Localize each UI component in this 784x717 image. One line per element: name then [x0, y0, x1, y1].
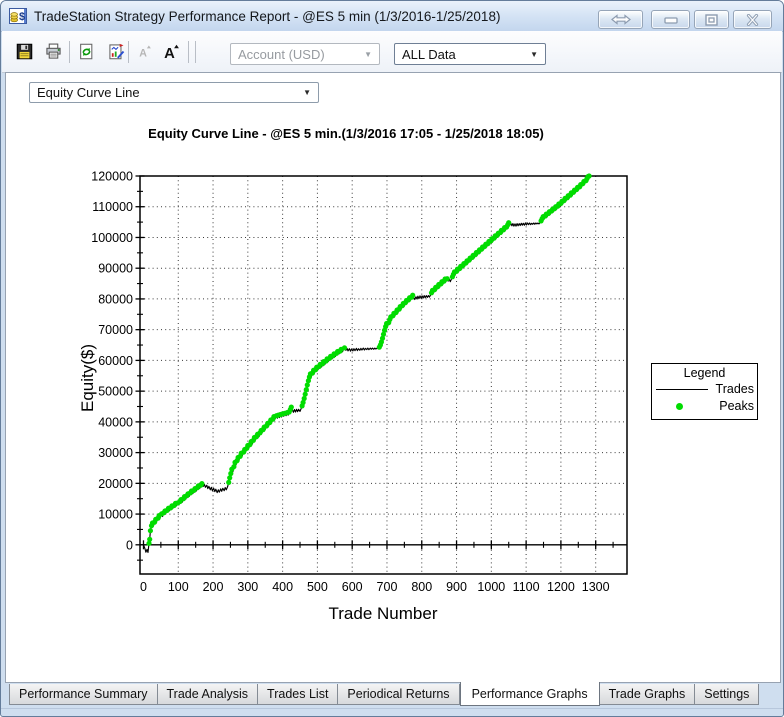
report-settings-icon[interactable]: [108, 43, 125, 60]
svg-text:70000: 70000: [98, 323, 133, 337]
svg-text:120000: 120000: [91, 170, 133, 184]
account-dropdown-value: Account (USD): [238, 46, 325, 62]
tab-trade-graphs[interactable]: Trade Graphs: [599, 684, 696, 705]
app-icon: $: [9, 7, 27, 25]
svg-text:50000: 50000: [98, 385, 133, 399]
maximize-icon: [705, 13, 718, 26]
app-window: $ TradeStation Strategy Performance Repo…: [0, 0, 784, 717]
maximize-button[interactable]: [694, 10, 729, 29]
increase-font-icon[interactable]: A: [162, 43, 179, 62]
equity-curve-chart: 0 100 200 300 400 500 600 700 800 900 1000 1100 1200…: [91, 170, 628, 594]
svg-text:30000: 30000: [98, 446, 133, 460]
svg-text:$: $: [19, 11, 25, 23]
decrease-font-icon: A: [136, 43, 153, 60]
svg-text:A: A: [139, 47, 147, 59]
svg-text:300: 300: [237, 580, 258, 594]
toolbar-separator: [69, 41, 70, 63]
svg-text:600: 600: [342, 580, 363, 594]
toolbar-separator: [195, 41, 196, 63]
svg-text:200: 200: [203, 580, 224, 594]
svg-text:700: 700: [377, 580, 398, 594]
svg-text:110000: 110000: [92, 200, 133, 214]
caption-buttons: [598, 10, 772, 29]
svg-text:1300: 1300: [582, 580, 610, 594]
close-button[interactable]: [733, 10, 772, 29]
toolbar: A A Account (USD) ▼ ALL Data ▼: [2, 31, 782, 73]
svg-text:40000: 40000: [98, 415, 133, 429]
svg-text:400: 400: [272, 580, 293, 594]
chevron-down-icon: ▼: [530, 49, 538, 59]
minimize-button[interactable]: [651, 10, 690, 29]
trades-line-sample: [656, 388, 708, 390]
close-icon: [746, 13, 759, 26]
data-range-dropdown-value: ALL Data: [402, 46, 456, 62]
data-range-dropdown[interactable]: ALL Data ▼: [394, 43, 546, 65]
svg-text:80000: 80000: [98, 292, 133, 306]
print-icon[interactable]: [45, 43, 62, 60]
legend-label-trades: Trades: [715, 382, 754, 396]
svg-text:90000: 90000: [98, 262, 133, 276]
report-content: Equity Curve Line ▼ Equity Curve Line - …: [5, 72, 781, 683]
tab-bar: Performance Summary Trade Analysis Trades …: [5, 682, 779, 708]
tab-performance-summary[interactable]: Performance Summary: [9, 684, 158, 705]
svg-text:900: 900: [446, 580, 467, 594]
legend-title: Legend: [683, 366, 726, 380]
tab-settings[interactable]: Settings: [695, 684, 760, 705]
toolbar-separator: [128, 41, 129, 63]
tab-periodical-returns[interactable]: Periodical Returns: [338, 684, 460, 705]
titlebar: $ TradeStation Strategy Performance Repo…: [1, 1, 783, 32]
account-dropdown[interactable]: Account (USD) ▼: [230, 43, 380, 65]
dock-button[interactable]: [598, 10, 643, 29]
chart-legend: Legend Trades Peaks: [651, 363, 758, 420]
svg-text:A: A: [164, 46, 175, 61]
tab-trades-list[interactable]: Trades List: [258, 684, 339, 705]
legend-entry-peaks: Peaks: [652, 398, 757, 414]
svg-text:20000: 20000: [98, 477, 133, 491]
status-strip: [1, 708, 783, 717]
legend-entry-trades: Trades: [652, 381, 757, 397]
svg-text:0: 0: [140, 580, 147, 594]
svg-text:1100: 1100: [513, 580, 540, 594]
peaks-dot-sample: [676, 402, 683, 410]
toolbar-separator: [188, 41, 189, 63]
legend-label-peaks: Peaks: [719, 399, 754, 413]
svg-text:100: 100: [168, 580, 189, 594]
svg-text:800: 800: [411, 580, 432, 594]
svg-text:100000: 100000: [91, 231, 133, 245]
svg-text:10000: 10000: [98, 508, 133, 522]
dock-icon: [610, 14, 631, 25]
refresh-icon[interactable]: [78, 43, 95, 60]
tab-performance-graphs[interactable]: Performance Graphs: [459, 682, 600, 706]
svg-text:0: 0: [126, 538, 133, 552]
minimize-icon: [663, 16, 678, 24]
svg-text:60000: 60000: [98, 354, 133, 368]
svg-text:1200: 1200: [547, 580, 575, 594]
svg-text:500: 500: [307, 580, 328, 594]
svg-text:1000: 1000: [477, 580, 505, 594]
window-title: TradeStation Strategy Performance Report…: [34, 8, 501, 24]
tab-trade-analysis[interactable]: Trade Analysis: [157, 684, 259, 705]
chevron-down-icon: ▼: [364, 49, 372, 59]
save-icon[interactable]: [16, 43, 33, 60]
